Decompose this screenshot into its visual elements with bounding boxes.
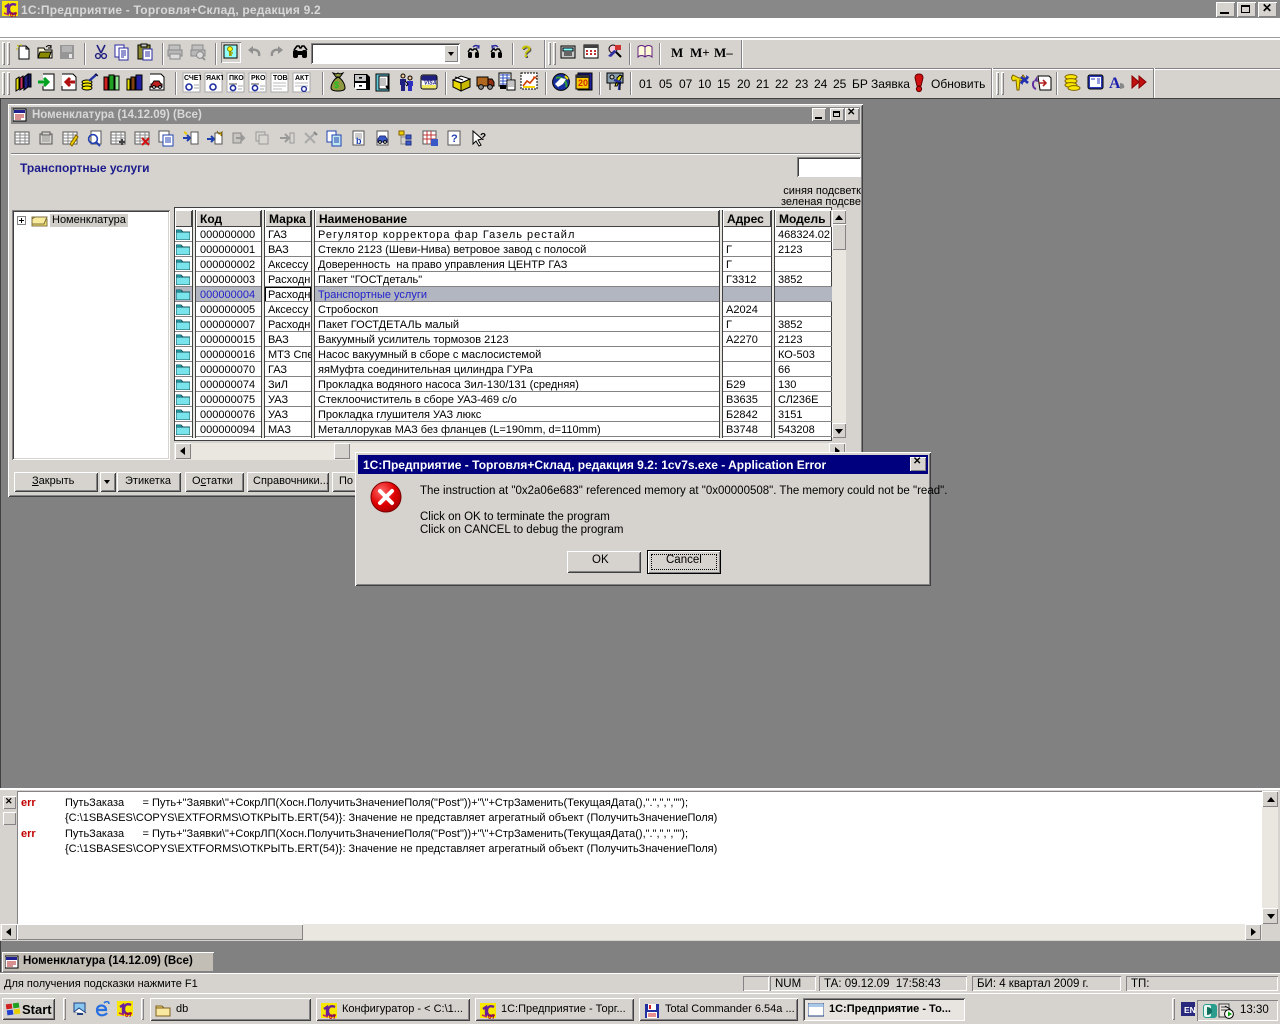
svg-text:?: ? (480, 132, 486, 143)
svg-text:РКО: РКО (251, 75, 266, 82)
svg-text:АКТ: АКТ (295, 75, 310, 82)
svg-text:СЧЕТ: СЧЕТ (184, 75, 201, 82)
svg-text:07: 07 (488, 1014, 496, 1019)
svg-text:A: A (1109, 75, 1121, 92)
svg-text:VISA: VISA (424, 80, 437, 86)
svg-text:07: 07 (125, 1012, 133, 1017)
svg-text:?: ? (451, 133, 458, 145)
svg-text:b: b (356, 136, 362, 146)
svg-text:$: $ (334, 80, 339, 90)
svg-text:07: 07 (329, 1014, 337, 1019)
svg-text:ТОВ: ТОВ (273, 75, 288, 82)
svg-text:07: 07 (10, 12, 18, 17)
svg-text:20: 20 (578, 78, 588, 88)
svg-text:ПКО: ПКО (229, 75, 244, 82)
svg-text:ЯАКТ: ЯАКТ (206, 75, 223, 82)
